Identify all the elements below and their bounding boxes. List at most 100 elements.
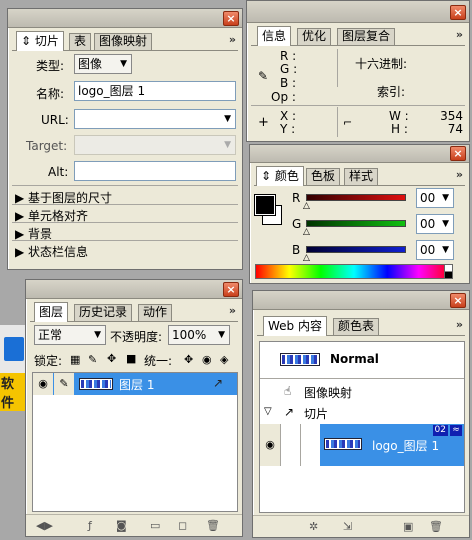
close-icon[interactable]: × xyxy=(223,282,239,297)
tab-optimize[interactable]: 优化 xyxy=(297,28,332,45)
tab-info[interactable]: 信息 xyxy=(257,26,292,46)
slider-handle-icon[interactable]: △ xyxy=(303,202,310,211)
layer-name[interactable]: 图层 1 xyxy=(119,376,154,393)
color-panel: × ⇕ 颜色 色板 样式 » R △ 00 ▼ G △ 00 ▼ B △ 00 ▼ xyxy=(249,144,470,284)
h-value: 74 xyxy=(447,122,463,136)
close-icon[interactable]: × xyxy=(450,146,466,161)
tab-web-content[interactable]: Web 内容 xyxy=(263,316,327,336)
slice-type-icon: ≈ xyxy=(450,425,462,436)
new-group-icon[interactable]: ▭ xyxy=(150,519,160,532)
link-layers-icon[interactable]: ◀▶ xyxy=(36,519,53,532)
panel-menu-icon[interactable]: » xyxy=(229,304,236,317)
eye-icon[interactable]: ◉ xyxy=(33,373,53,395)
new-state-icon[interactable]: ▣ xyxy=(403,520,413,533)
blue-value-field[interactable]: 00 ▼ xyxy=(416,240,454,260)
unify-visibility-icon[interactable]: ◉ xyxy=(202,354,212,365)
url-field[interactable]: ▼ xyxy=(74,109,236,129)
unify-position-icon[interactable]: ✥ xyxy=(184,354,193,365)
url-label: URL: xyxy=(41,113,69,127)
red-slider[interactable] xyxy=(306,194,406,201)
add-mask-icon[interactable]: ◙ xyxy=(116,519,127,532)
eye-icon[interactable]: ◉ xyxy=(260,424,280,466)
delete-layer-icon[interactable]: 🗑 xyxy=(206,519,220,532)
slice-name[interactable]: logo_图层 1 xyxy=(372,437,439,454)
tab-actions[interactable]: 动作 xyxy=(138,304,173,321)
panel-menu-icon[interactable]: » xyxy=(456,28,463,41)
slice-item-selected[interactable]: logo_图层 1 02 ≈ xyxy=(320,424,464,466)
panel-menu-icon[interactable]: » xyxy=(229,33,236,46)
delete-icon[interactable]: 🗑 xyxy=(429,520,443,533)
slice-panel-titlebar[interactable]: × xyxy=(8,9,242,28)
slider-handle-icon[interactable]: △ xyxy=(303,228,310,237)
close-icon[interactable]: × xyxy=(223,11,239,26)
close-icon[interactable]: × xyxy=(450,293,466,308)
name-field[interactable]: logo_图层 1 xyxy=(74,81,236,101)
tab-swatches[interactable]: 色板 xyxy=(306,168,341,185)
tab-slice[interactable]: ⇕ 切片 xyxy=(16,31,64,51)
target-field: ▼ xyxy=(74,135,236,155)
panel-menu-icon[interactable]: » xyxy=(456,168,463,181)
tab-layers[interactable]: 图层 xyxy=(34,302,69,322)
close-icon[interactable]: × xyxy=(450,5,466,20)
normal-state-label[interactable]: Normal xyxy=(330,352,379,366)
slider-handle-icon[interactable]: △ xyxy=(303,254,310,263)
tab-styles[interactable]: 样式 xyxy=(344,168,379,185)
add-style-icon[interactable]: ƒ xyxy=(88,519,92,532)
tab-layer-comps[interactable]: 图层复合 xyxy=(337,28,396,45)
color-panel-titlebar[interactable]: × xyxy=(250,145,469,163)
layers-panel: × 图层 历史记录 动作 » 正常 ▼ 不透明度: 100% ▼ 锁定: ▦ ✎ ✥… xyxy=(25,279,243,537)
alt-field[interactable] xyxy=(74,161,236,181)
web-panel-titlebar[interactable]: × xyxy=(253,291,469,310)
layers-panel-titlebar[interactable]: × xyxy=(26,280,242,299)
panel-menu-icon[interactable]: » xyxy=(456,318,463,331)
brush-icon: ✎ xyxy=(54,373,74,395)
green-slider[interactable] xyxy=(306,220,406,227)
tab-history[interactable]: 历史记录 xyxy=(74,304,133,321)
slice-tool-icon: ↗ xyxy=(284,405,295,419)
chevron-down-icon: ▼ xyxy=(218,330,225,340)
y-label: Y : xyxy=(280,122,296,136)
new-slice-icon[interactable]: ⇲ xyxy=(343,520,352,533)
web-content-panel: × Web 内容 颜色表 » Normal ☝ 图像映射 ▽ ↗ 切片 ◉ lo… xyxy=(252,290,470,538)
section-status-info[interactable]: ▶ 状态栏信息 xyxy=(15,243,88,260)
chevron-down-icon: ▼ xyxy=(442,219,449,229)
tab-image-map[interactable]: 图像映射 xyxy=(94,33,153,50)
blend-mode-select[interactable]: 正常 ▼ xyxy=(34,325,106,345)
lock-transparent-icon[interactable]: ▦ xyxy=(70,354,80,365)
tab-color-table[interactable]: 颜色表 xyxy=(333,318,380,335)
divider xyxy=(12,240,238,241)
divider xyxy=(337,49,338,87)
spectrum-black-white[interactable] xyxy=(444,264,453,279)
slice-thumbnail xyxy=(324,438,362,450)
slices-row[interactable]: ▽ ↗ 切片 xyxy=(260,404,464,424)
blue-slider[interactable] xyxy=(306,246,406,253)
unify-style-icon[interactable]: ◈ xyxy=(220,354,228,365)
tab-table[interactable]: 表 xyxy=(69,33,92,50)
color-spectrum-bar[interactable] xyxy=(255,264,453,279)
slice-panel-tabs: ⇕ 切片 表 图像映射 » xyxy=(12,31,238,51)
new-rollover-icon[interactable]: ✲ xyxy=(309,520,318,533)
slice-row[interactable]: ◉ logo_图层 1 02 ≈ xyxy=(260,424,464,466)
new-layer-icon[interactable]: ◻ xyxy=(178,519,187,532)
layer-style-icon[interactable]: ↗ xyxy=(213,376,223,390)
info-panel-titlebar[interactable]: × xyxy=(247,1,469,23)
tab-color[interactable]: ⇕ 颜色 xyxy=(256,166,304,186)
expand-triangle-icon[interactable]: ▽ xyxy=(264,406,272,417)
opacity-field[interactable]: 100% ▼ xyxy=(168,325,230,345)
lock-all-icon[interactable]: ■ xyxy=(126,353,136,364)
chevron-down-icon: ▼ xyxy=(442,193,449,203)
foreground-color-swatch[interactable] xyxy=(254,194,276,216)
green-value-field[interactable]: 00 ▼ xyxy=(416,214,454,234)
layers-list: ◉ ✎ 图层 1 ↗ xyxy=(32,372,238,512)
red-value-field[interactable]: 00 ▼ xyxy=(416,188,454,208)
image-map-label[interactable]: 图像映射 xyxy=(304,384,352,401)
layer-row[interactable]: ◉ ✎ 图层 1 ↗ xyxy=(33,373,237,395)
type-select[interactable]: 图像 ▼ xyxy=(74,54,132,74)
lock-move-icon[interactable]: ✥ xyxy=(107,353,116,364)
divider xyxy=(12,204,238,205)
h-label: H : xyxy=(391,122,408,136)
divider xyxy=(251,105,465,106)
lock-paint-icon[interactable]: ✎ xyxy=(88,354,97,365)
background-label: 软件 xyxy=(0,373,26,411)
eyedropper-icon: ✎ xyxy=(258,69,269,83)
